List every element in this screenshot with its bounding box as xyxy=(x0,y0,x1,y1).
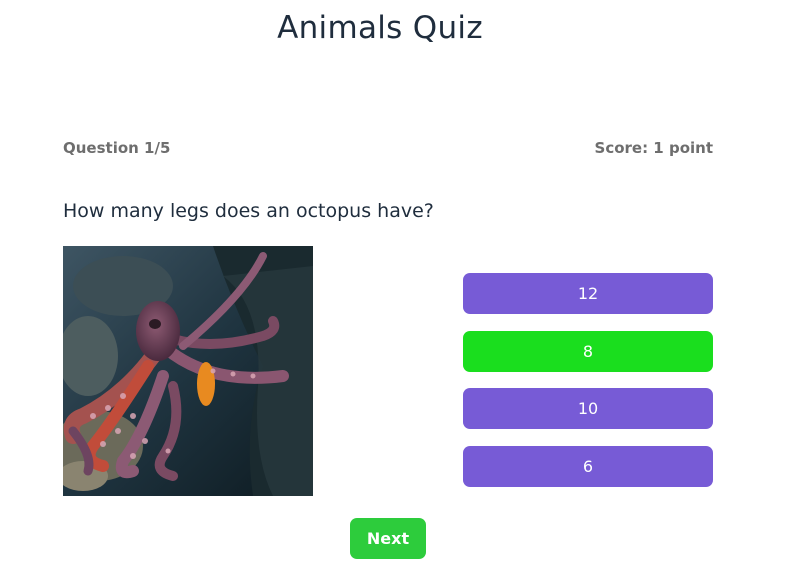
quiz-title: Animals Quiz xyxy=(277,10,483,46)
octopus-image xyxy=(63,246,313,496)
question-progress: Question 1/5 xyxy=(63,139,171,157)
next-button[interactable]: Next xyxy=(350,518,426,559)
question-text: How many legs does an octopus have? xyxy=(63,200,434,222)
score-display: Score: 1 point xyxy=(594,139,713,157)
answer-list: 12 8 10 6 xyxy=(463,273,713,503)
answer-option-10[interactable]: 10 xyxy=(463,388,713,429)
answer-option-8[interactable]: 8 xyxy=(463,330,713,372)
answer-option-12[interactable]: 12 xyxy=(463,273,713,314)
answer-option-6[interactable]: 6 xyxy=(463,445,713,487)
